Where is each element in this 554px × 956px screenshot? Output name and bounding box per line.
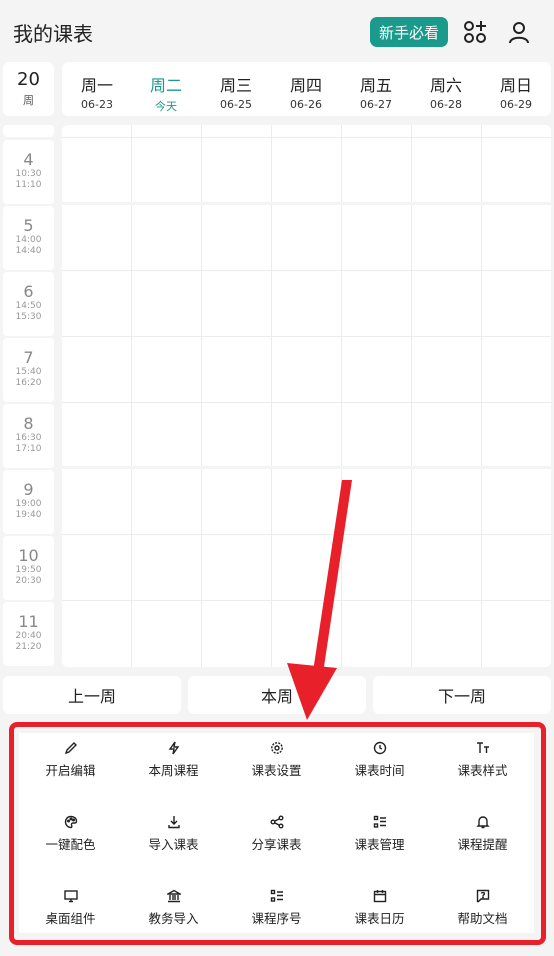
period-end: 17:10: [15, 444, 42, 454]
period-number: 7: [23, 348, 34, 367]
day-date: 06-26: [290, 98, 322, 111]
period-end: 14:40: [15, 246, 42, 256]
period-block[interactable]: 10 19:50 20:30: [3, 536, 54, 600]
grid-divider: [62, 534, 551, 535]
day-date: 06-23: [81, 98, 113, 111]
period-number: 10: [18, 546, 39, 565]
grid-divider: [341, 125, 342, 667]
period-start: 19:00: [15, 499, 42, 509]
day-date: 今天: [155, 100, 177, 113]
period-end: 15:30: [15, 312, 42, 322]
day-name: 周一: [80, 76, 113, 95]
grid-gap: [62, 202, 551, 205]
period-number: 8: [23, 414, 34, 433]
day-date: 06-28: [430, 98, 462, 111]
current-week-button[interactable]: 本周: [188, 676, 366, 714]
top-bar: 我的课表 新手必看: [0, 0, 554, 62]
day-column-header: 周三 06-25: [201, 62, 271, 116]
day-name: 周四: [289, 76, 322, 95]
day-column-header-today: 周二 今天: [131, 62, 201, 116]
grid-divider: [62, 600, 551, 601]
weekday-header: 周一 06-23 周二 今天 周三 06-25 周四 06-26 周五 06-2…: [62, 62, 551, 116]
day-date: 06-27: [360, 98, 392, 111]
grid-divider: [411, 125, 412, 667]
period-end: 11:10: [15, 180, 42, 190]
period-number: 9: [23, 480, 34, 499]
period-start: 16:30: [15, 433, 42, 443]
period-end: 20:30: [15, 576, 42, 586]
highlight-frame: [9, 722, 546, 945]
period-time-column: 4 10:30 11:10 5 14:00 14:40 6 14:50 15:3…: [3, 125, 54, 667]
week-unit: 周: [23, 94, 34, 107]
period-start: 15:40: [15, 367, 42, 377]
grid-divider: [62, 137, 551, 138]
grid-divider: [62, 402, 551, 403]
day-column-header: 周五 06-27: [341, 62, 411, 116]
page-title: 我的课表: [13, 22, 93, 46]
period-block[interactable]: 11 20:40 21:20: [3, 602, 54, 666]
period-start: 19:50: [15, 565, 42, 575]
day-date: 06-25: [220, 98, 252, 111]
day-name: 周日: [499, 76, 532, 95]
period-block[interactable]: 7 15:40 16:20: [3, 338, 54, 402]
grid-gap: [62, 466, 551, 469]
period-number: 5: [23, 216, 34, 235]
period-start: 14:00: [15, 235, 42, 245]
period-start: 20:40: [15, 631, 42, 641]
user-icon[interactable]: [506, 19, 532, 45]
day-date: 06-29: [500, 98, 532, 111]
period-block[interactable]: 8 16:30 17:10: [3, 404, 54, 468]
grid-divider: [201, 125, 202, 667]
add-widgets-icon[interactable]: [462, 19, 488, 45]
day-name: 周二: [149, 76, 182, 95]
period-start: 14:50: [15, 301, 42, 311]
day-name: 周五: [359, 76, 392, 95]
week-indicator[interactable]: 20 周: [3, 62, 54, 116]
newbie-guide-button[interactable]: 新手必看: [370, 17, 448, 47]
period-start: 10:30: [15, 169, 42, 179]
day-column-header: 周一 06-23: [62, 62, 132, 116]
grid-divider: [62, 270, 551, 271]
grid-divider: [131, 125, 132, 667]
period-block[interactable]: 4 10:30 11:10: [3, 140, 54, 204]
period-number: 4: [23, 150, 34, 169]
day-column-header: 周四 06-26: [271, 62, 341, 116]
period-block[interactable]: 5 14:00 14:40: [3, 206, 54, 270]
period-block-partial: [3, 125, 54, 137]
grid-divider: [481, 125, 482, 667]
grid-divider: [62, 336, 551, 337]
period-end: 16:20: [15, 378, 42, 388]
period-number: 6: [23, 282, 34, 301]
day-name: 周六: [429, 76, 462, 95]
period-block[interactable]: 6 14:50 15:30: [3, 272, 54, 336]
period-block[interactable]: 9 19:00 19:40: [3, 470, 54, 534]
next-week-button[interactable]: 下一周: [373, 676, 551, 714]
day-column-header: 周六 06-28: [411, 62, 481, 116]
period-end: 21:20: [15, 642, 42, 652]
grid-divider: [271, 125, 272, 667]
day-name: 周三: [219, 76, 252, 95]
day-column-header: 周日 06-29: [481, 62, 551, 116]
period-number: 11: [18, 612, 39, 631]
schedule-grid[interactable]: [62, 125, 551, 667]
prev-week-button[interactable]: 上一周: [3, 676, 181, 714]
period-end: 19:40: [15, 510, 42, 520]
week-number: 20: [17, 69, 40, 90]
